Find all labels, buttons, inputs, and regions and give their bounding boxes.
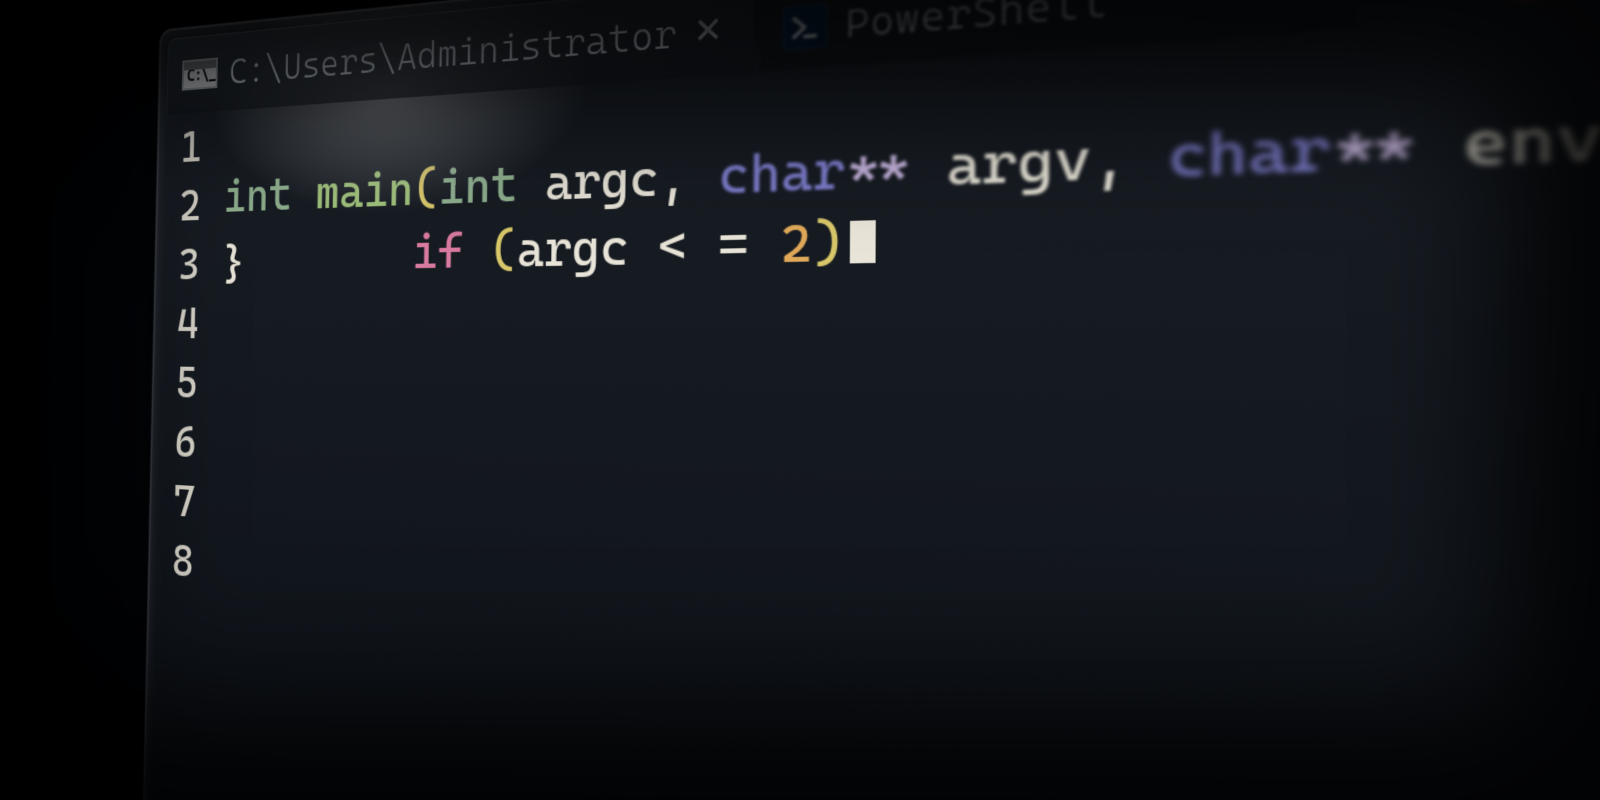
tab-title: C:\Users\Administrator — [229, 10, 677, 92]
line-number: 4 — [176, 297, 221, 350]
line-number: 1 — [180, 119, 225, 173]
tab-title: PowerShell — [845, 0, 1108, 47]
line-number: 2 — [179, 178, 224, 232]
text-cursor — [850, 220, 876, 263]
close-icon[interactable]: ✕ — [1282, 0, 1315, 6]
code-editor[interactable]: 1 int main(int argc, char** argv, char**… — [148, 0, 1600, 800]
terminal-window: C:\_ C:\Users\Administrator ✕ PowerShell… — [140, 0, 1600, 800]
cmd-icon: C:\_ — [182, 57, 218, 90]
line-number: 5 — [175, 356, 220, 409]
close-icon[interactable]: ✕ — [693, 8, 723, 52]
powershell-icon — [783, 3, 828, 51]
line-number: 7 — [173, 475, 218, 530]
line-number: 3 — [178, 238, 223, 291]
line-number: 6 — [174, 415, 219, 469]
line-number: 8 — [171, 534, 216, 590]
